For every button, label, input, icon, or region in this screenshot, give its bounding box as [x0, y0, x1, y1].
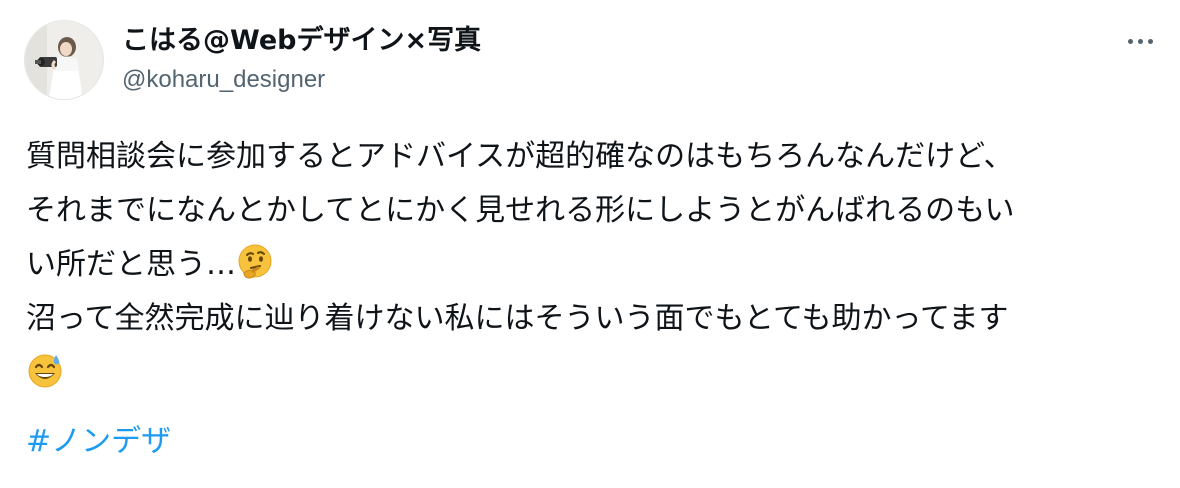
more-dot [1127, 38, 1133, 44]
author-avatar[interactable] [24, 20, 104, 100]
tweet-text: 質問相談会に参加するとアドバイスが超的確なのはもちろんなんだけど、 それまでにな… [26, 130, 1156, 400]
tweet-text-line: 質問相談会に参加するとアドバイスが超的確なのはもちろんなんだけど、 [26, 139, 1014, 174]
more-options-icon[interactable] [1120, 26, 1160, 56]
grinning-face-with-sweat-icon [26, 351, 64, 389]
tweet-text-line: い所だと思う… [26, 247, 236, 282]
more-dot [1137, 38, 1143, 44]
tweet-text-line-with-emoji: い所だと思う… [26, 238, 1156, 292]
tweet-text-line: 沼って全然完成に辿り着けない私にはそういう面でもとても助かってます [26, 301, 1009, 336]
tweet-text-line: それまでになんとかしてとにかく見せれる形にしようとがんばれるのもい [26, 193, 1015, 228]
author-display-name[interactable]: こはる@Webデザイン×写真 [122, 24, 481, 58]
tweet-card: こはる@Webデザイン×写真 @koharu_designer 質問相談会に参加… [0, 0, 1180, 488]
more-dot [1147, 38, 1153, 44]
tweet-text-line-emoji [26, 346, 1156, 400]
author-handle[interactable]: @koharu_designer [122, 64, 325, 96]
thinking-face-icon [236, 243, 274, 281]
hashtag-link[interactable]: #ノンデザ [26, 420, 171, 464]
profile-photo-icon [25, 21, 103, 99]
